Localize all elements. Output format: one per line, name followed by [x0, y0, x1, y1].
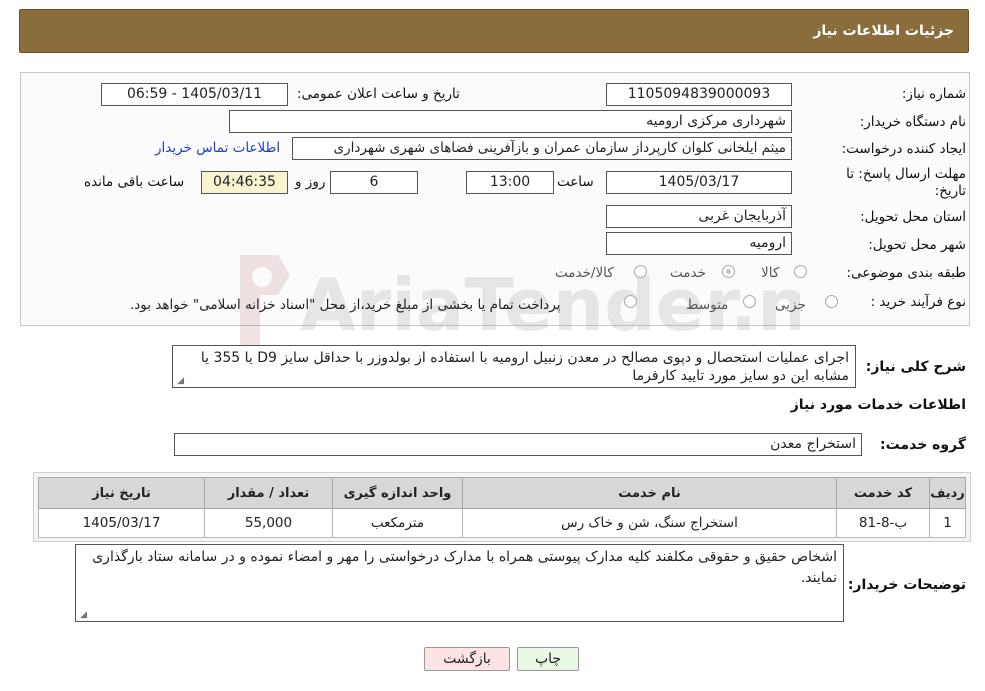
province-field: آذربایجان غربی: [606, 205, 792, 228]
city-label: شهر محل تحویل:: [868, 237, 966, 253]
deadline-time-field: 13:00: [466, 171, 554, 194]
page-title: جزئیات اطلاعات نیاز: [813, 23, 954, 39]
services-section-title: اطلاعات خدمات مورد نیاز: [790, 397, 966, 413]
buyer-notes-text: اشخاص حقیق و حقوقی مکلفند کلیه مدارک پیو…: [92, 549, 837, 586]
deadline-date-field: 1405/03/17: [606, 171, 792, 194]
category-option-goods-service: کالا/خدمت: [555, 265, 614, 281]
cell-quantity: 55,000: [204, 508, 333, 538]
category-radio-goods[interactable]: [794, 265, 807, 278]
table-row: 1 ب-8-81 استخراج سنگ، شن و خاک رس مترمکع…: [38, 508, 966, 538]
buyer-org-label: نام دستگاه خریدار:: [859, 114, 966, 130]
category-option-service: خدمت: [670, 265, 706, 281]
remaining-days-field: 6: [330, 171, 418, 194]
col-need-date: تاریخ نیاز: [38, 477, 205, 509]
city-field: ارومیه: [606, 232, 792, 255]
resize-grip-icon[interactable]: ◢: [175, 377, 184, 386]
deadline-time-label: ساعت: [557, 174, 594, 190]
treasury-payment-note: پرداخت تمام یا بخشی از مبلغ خرید،از محل …: [130, 297, 561, 313]
category-label: طبقه بندی موضوعی:: [846, 265, 966, 281]
service-group-field: استخراج معدن: [174, 433, 862, 456]
deadline-label: مهلت ارسال پاسخ: تا: [846, 166, 966, 182]
buyer-notes-label: توضیحات خریدار:: [847, 577, 966, 593]
page-header: جزئیات اطلاعات نیاز: [19, 9, 969, 53]
purchase-radio-medium[interactable]: [743, 295, 756, 308]
buyer-org-field: شهرداری مرکزی ارومیه: [229, 110, 792, 133]
remaining-days-label: روز و: [295, 174, 326, 190]
announce-datetime-field: 1405/03/11 - 06:59: [101, 83, 288, 106]
category-option-goods: کالا: [761, 265, 780, 281]
purchase-option-minor: جزیی: [775, 297, 806, 313]
cell-service-code: ب-8-81: [836, 508, 930, 538]
cell-row: 1: [929, 508, 966, 538]
announce-datetime-label: تاریخ و ساعت اعلان عمومی:: [297, 86, 460, 102]
col-unit: واحد اندازه گیری: [332, 477, 463, 509]
general-desc-label: شرح کلی نیاز:: [865, 359, 966, 375]
resize-grip-icon[interactable]: ◢: [78, 611, 87, 620]
general-desc-text: اجرای عملیات استحصال و دپوی مصالح در معد…: [200, 350, 849, 384]
items-table-header: ردیف کد خدمت نام خدمت واحد اندازه گیری ت…: [38, 477, 966, 509]
requester-label: ایجاد کننده درخواست:: [841, 141, 966, 157]
col-quantity: تعداد / مقدار: [204, 477, 333, 509]
purchase-radio-minor[interactable]: [825, 295, 838, 308]
purchase-type-label: نوع فرآیند خرید :: [870, 294, 966, 310]
col-service-name: نام خدمت: [462, 477, 837, 509]
col-row: ردیف: [929, 477, 966, 509]
print-button[interactable]: چاپ: [517, 647, 579, 671]
need-number-field: 1105094839000093: [606, 83, 792, 106]
general-desc-field: اجرای عملیات استحصال و دپوی مصالح در معد…: [172, 345, 856, 388]
need-number-label: شماره نیاز:: [901, 86, 966, 102]
deadline-label-date: تاریخ:: [934, 183, 966, 199]
service-group-label: گروه خدمت:: [880, 437, 966, 453]
purchase-option-medium: متوسط: [686, 297, 729, 313]
remaining-time-field: 04:46:35: [201, 171, 288, 194]
purchase-radio-treasury[interactable]: [624, 295, 637, 308]
cell-unit: مترمکعب: [332, 508, 463, 538]
cell-need-date: 1405/03/17: [38, 508, 205, 538]
province-label: استان محل تحویل:: [860, 209, 966, 225]
category-radio-goods-service[interactable]: [634, 265, 647, 278]
cell-service-name: استخراج سنگ، شن و خاک رس: [462, 508, 837, 538]
back-button[interactable]: بازگشت: [424, 647, 510, 671]
remaining-time-label: ساعت باقی مانده: [84, 174, 185, 190]
buyer-contact-link[interactable]: اطلاعات تماس خریدار: [155, 140, 280, 156]
items-table: ردیف کد خدمت نام خدمت واحد اندازه گیری ت…: [38, 477, 966, 538]
col-service-code: کد خدمت: [836, 477, 930, 509]
buyer-notes-field: اشخاص حقیق و حقوقی مکلفند کلیه مدارک پیو…: [75, 544, 844, 622]
requester-field: میثم ایلخانی کلوان کارپرداز سازمان عمران…: [292, 137, 792, 160]
category-radio-service[interactable]: [722, 265, 735, 278]
